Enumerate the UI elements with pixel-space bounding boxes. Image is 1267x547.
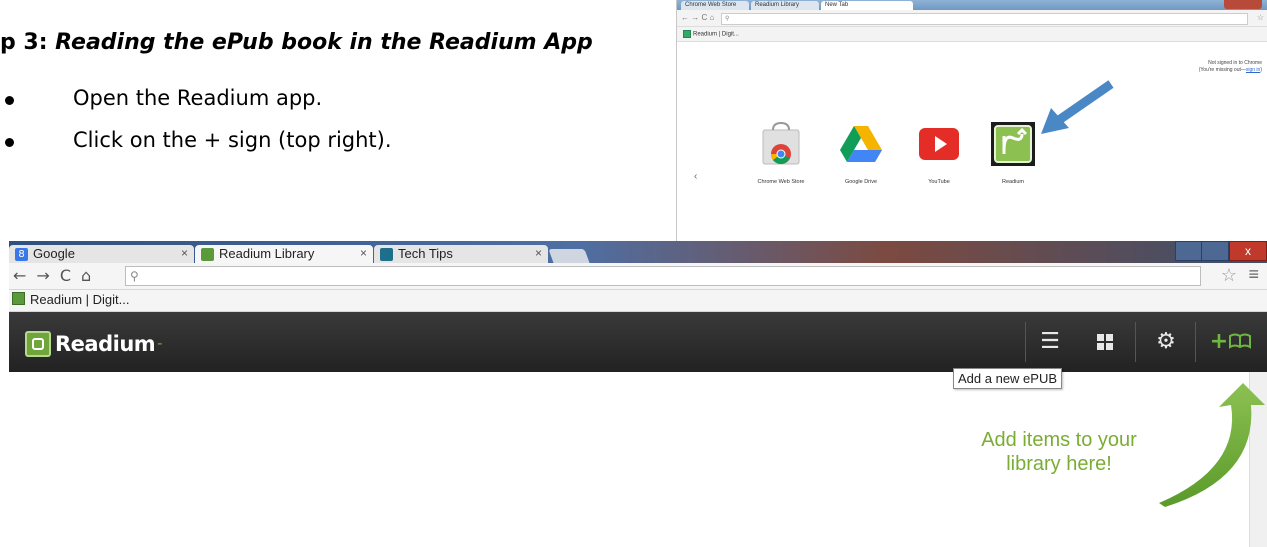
menu-icon[interactable]: ≡ [1248, 264, 1259, 285]
search-icon: ⚲ [725, 16, 730, 22]
nav-buttons[interactable]: ← → C ⌂ [681, 13, 714, 22]
signin-link[interactable]: sign in [1246, 67, 1260, 73]
tech-tips-icon [380, 248, 393, 261]
new-tab-button[interactable] [548, 249, 590, 263]
star-icon[interactable]: ☆ [1257, 13, 1264, 22]
list-view-icon[interactable]: ☰ [1031, 326, 1069, 358]
window-controls[interactable] [1224, 0, 1262, 9]
readium-icon [683, 30, 691, 38]
app-youtube[interactable]: YouTube [897, 120, 981, 185]
reload-icon[interactable]: C [60, 266, 71, 285]
bookmark-readium[interactable]: Readium | Digit... [683, 30, 739, 38]
tab-chrome-web-store[interactable]: Chrome Web Store [681, 1, 749, 10]
readium-icon [201, 248, 214, 261]
readium-icon [12, 292, 25, 305]
tab-readium-library[interactable]: Readium Library [751, 1, 819, 10]
bookmarks-bar: Readium | Digit... [677, 27, 1267, 42]
add-epub-button[interactable]: + [1201, 326, 1261, 358]
bullet-icon [5, 96, 14, 105]
pointer-arrow-icon [1041, 80, 1114, 134]
search-icon: ⚲ [130, 269, 139, 283]
window-controls: x [1147, 241, 1267, 263]
back-icon[interactable]: ← [13, 266, 26, 285]
toolbar: ← → C ⌂ ⚲ ☆ ≡ [9, 263, 1267, 290]
readium-icon [25, 331, 51, 357]
app-menu-dash: - [157, 335, 163, 352]
tab-google[interactable]: 8 Google × [9, 245, 194, 263]
bookmark-readium[interactable]: Readium | Digit... [12, 292, 129, 307]
star-icon[interactable]: ☆ [1221, 265, 1237, 286]
readium-header: Readium - ☰ ⚙ + [9, 312, 1267, 372]
grid-view-icon[interactable] [1086, 326, 1124, 358]
instruction-text: Open the Readium app. [73, 86, 323, 110]
readium-logo[interactable]: Readium - [25, 331, 163, 357]
close-tab-icon[interactable]: × [535, 245, 542, 262]
close-tab-icon[interactable]: × [360, 245, 367, 262]
tab-strip: Chrome Web Store Readium Library New Tab [677, 0, 1267, 10]
new-tab-screenshot: Chrome Web Store Readium Library New Tab… [676, 0, 1267, 262]
app-google-drive[interactable]: Google Drive [819, 120, 903, 185]
forward-icon[interactable]: → [36, 266, 49, 285]
instruction-text: Click on the + sign (top right). [73, 128, 392, 152]
step-number: p 3: [0, 30, 56, 55]
divider [1135, 322, 1136, 362]
callout-text: Add items to your library here! [981, 429, 1137, 475]
prev-page-icon[interactable]: ‹ [694, 171, 697, 182]
readium-icon [991, 122, 1035, 166]
bookmarks-bar: Readium | Digit... [9, 290, 1267, 312]
app-chrome-web-store[interactable]: Chrome Web Store [739, 120, 823, 185]
plus-icon: + [1209, 329, 1229, 354]
bullet-icon [5, 138, 14, 147]
book-icon [1229, 333, 1252, 349]
chrome-web-store-icon [762, 121, 800, 165]
step-heading: p 3: Reading the ePub book in the Readiu… [0, 30, 593, 55]
signin-notice: Not signed in to Chrome (You're missing … [1198, 60, 1262, 73]
youtube-icon [919, 128, 959, 160]
toolbar: ← → C ⌂ ⚲ ☆ [677, 10, 1267, 27]
tab-strip: 8 Google × Readium Library × Tech Tips ×… [9, 241, 1267, 263]
gear-icon[interactable]: ⚙ [1147, 326, 1185, 358]
close-tab-icon[interactable]: × [181, 245, 188, 262]
tab-tech-tips[interactable]: Tech Tips × [374, 245, 548, 263]
divider [1195, 322, 1196, 362]
google-drive-icon [840, 126, 882, 162]
close-window-button[interactable]: x [1229, 241, 1267, 261]
readium-library-screenshot: 8 Google × Readium Library × Tech Tips ×… [9, 241, 1267, 547]
minimize-button[interactable] [1175, 241, 1203, 261]
divider [1025, 322, 1026, 362]
address-bar[interactable]: ⚲ [721, 13, 1248, 25]
step-title: Reading the ePub book in the Readium App [55, 30, 593, 55]
tab-new-tab[interactable]: New Tab [821, 1, 913, 10]
nav-buttons: ← → C ⌂ [13, 266, 101, 285]
google-icon: 8 [15, 248, 28, 261]
tab-readium-library[interactable]: Readium Library × [195, 245, 373, 263]
maximize-button[interactable] [1201, 241, 1229, 261]
app-name: Readium [55, 332, 156, 356]
address-bar[interactable]: ⚲ [125, 266, 1201, 286]
home-icon[interactable]: ⌂ [81, 266, 91, 285]
